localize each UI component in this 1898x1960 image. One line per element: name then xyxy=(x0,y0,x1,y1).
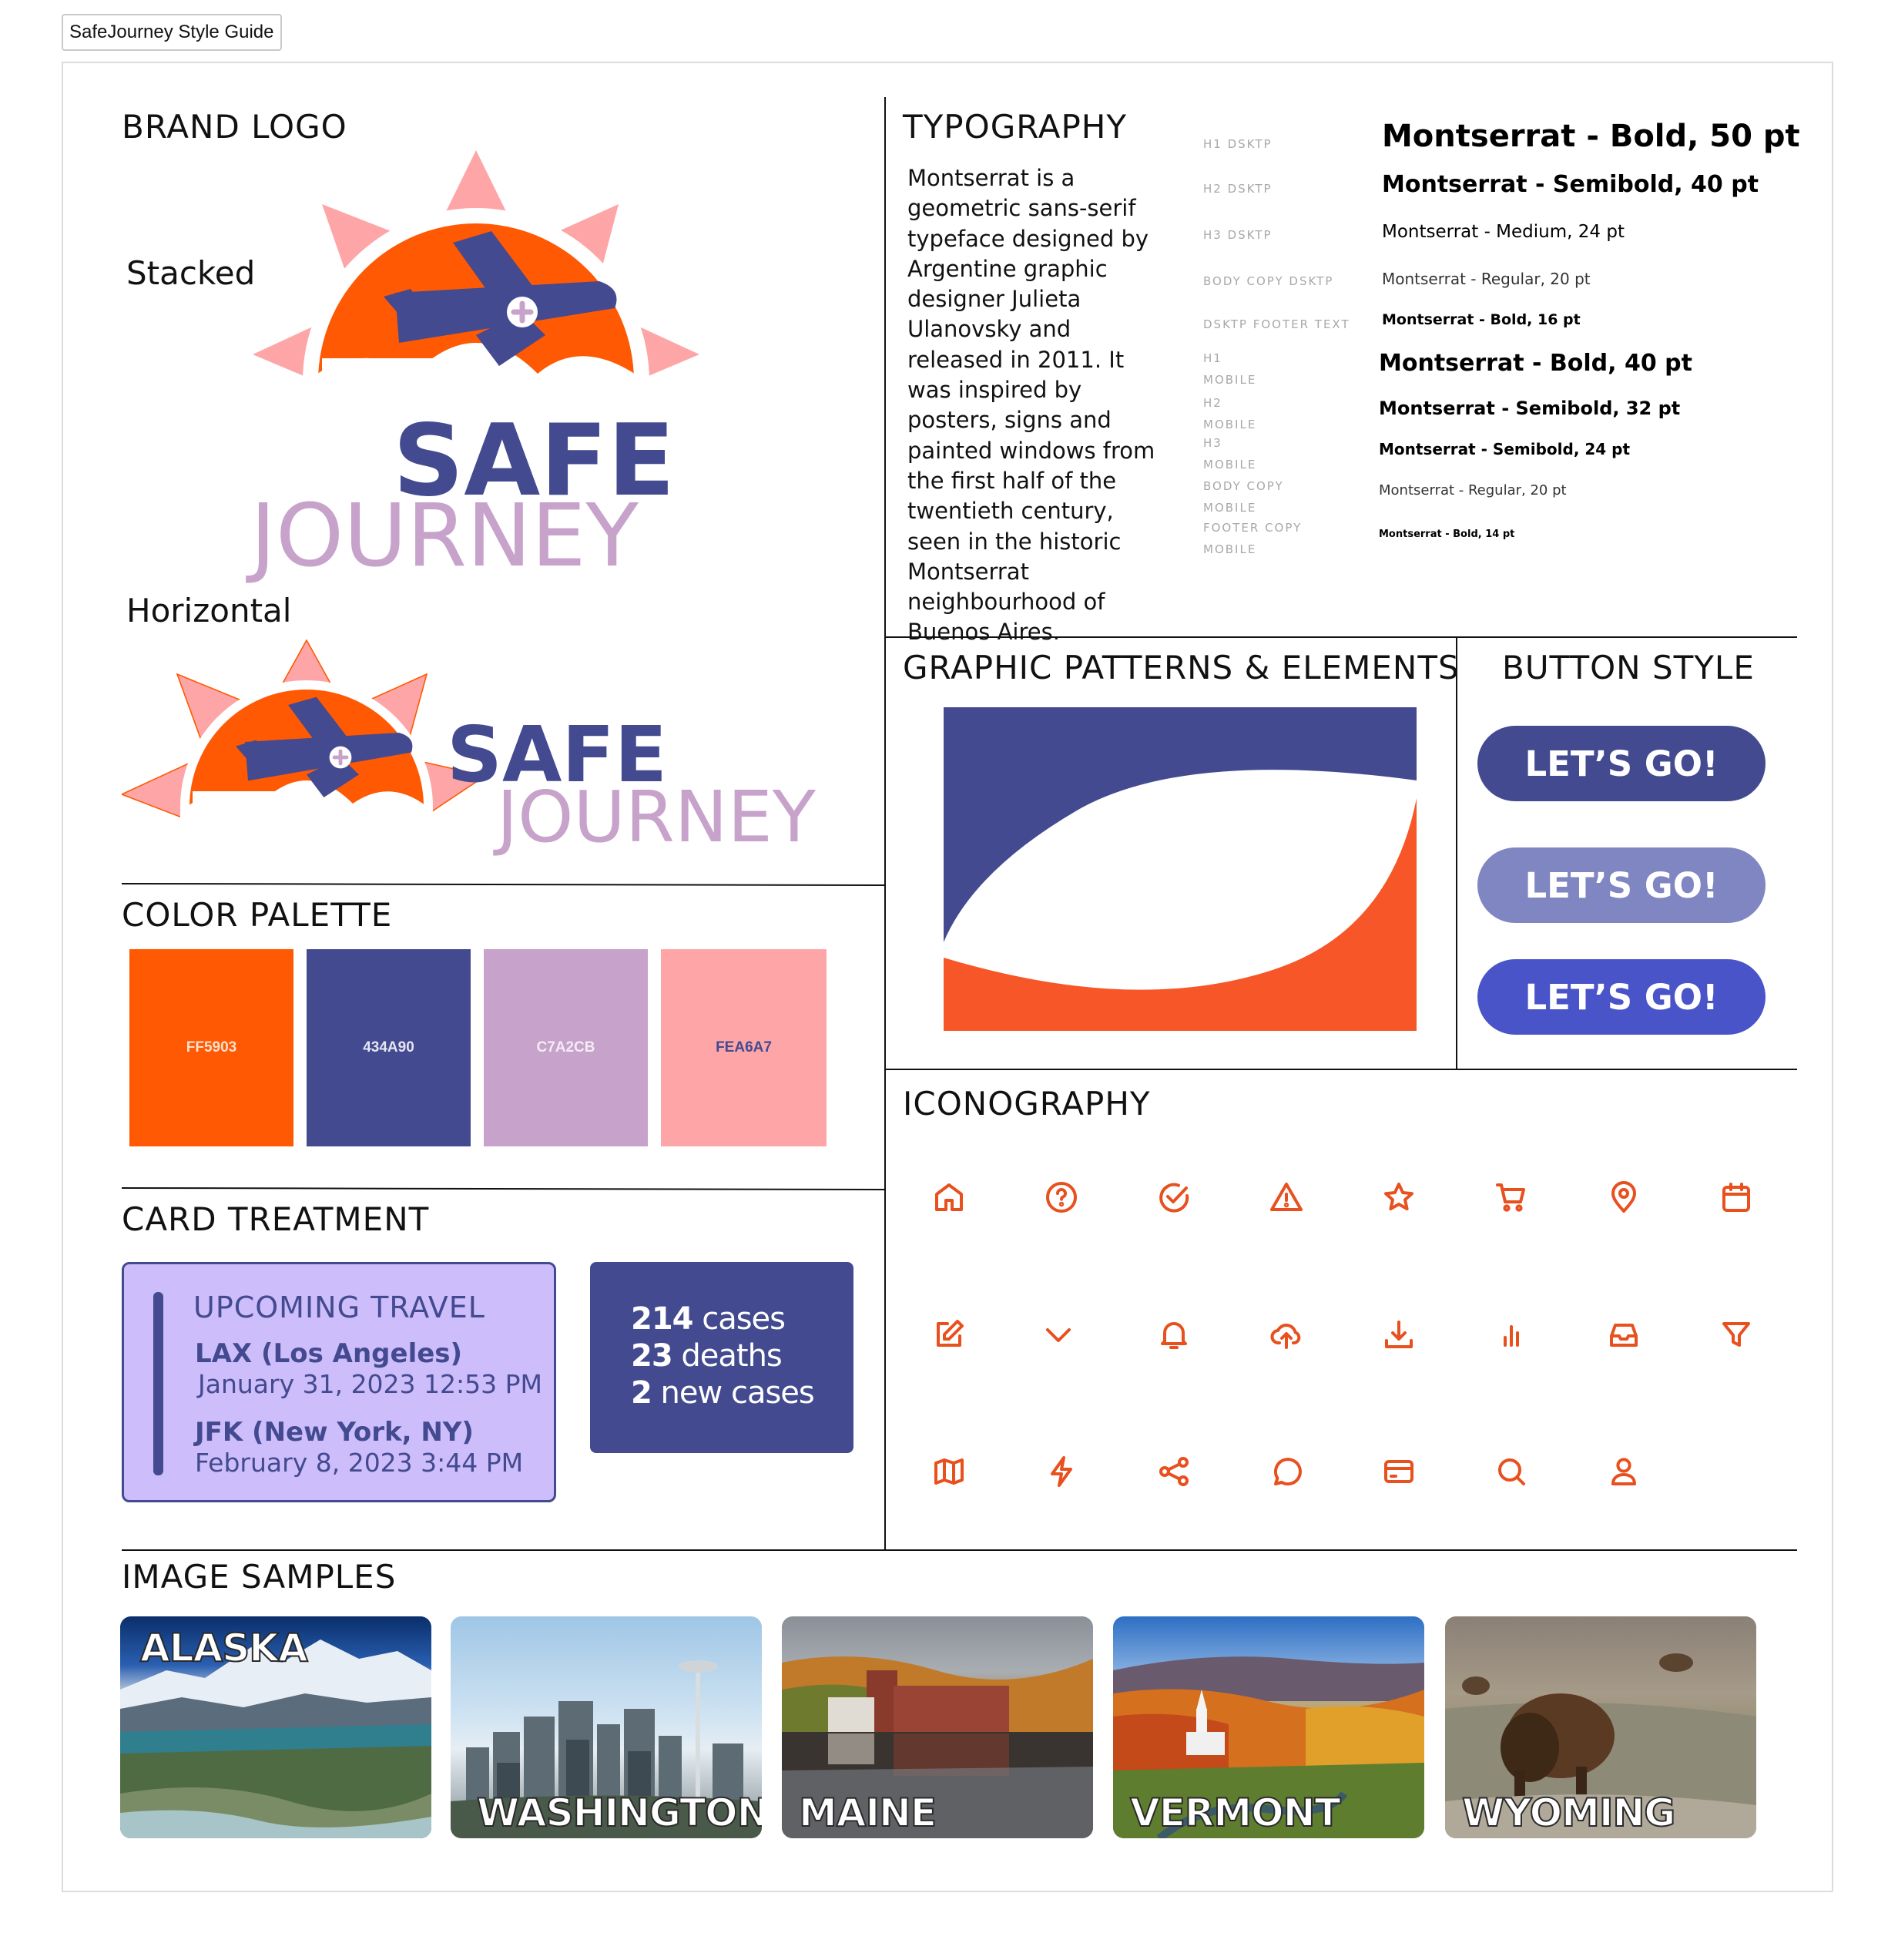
typo-label-h2-mobile-b: MOBILE xyxy=(1203,418,1257,431)
inbox-icon[interactable] xyxy=(1605,1316,1642,1353)
upcoming-travel-card[interactable]: UPCOMING TRAVEL LAX (Los Angeles) Januar… xyxy=(122,1262,556,1502)
card-destination: JFK (New York, NY) xyxy=(195,1417,474,1448)
alert-triangle-icon[interactable] xyxy=(1268,1179,1305,1216)
image-maine[interactable]: MAINE xyxy=(782,1616,1093,1838)
typo-label-h3-mobile-a: H3 xyxy=(1203,436,1222,450)
typo-label-h2-mobile-a: H2 xyxy=(1203,396,1222,410)
logo-horizontal-label: Horizontal xyxy=(126,592,292,629)
typo-sample-body-dsktp: Montserrat - Regular, 20 pt xyxy=(1382,270,1591,288)
image-alaska[interactable]: ALASKA xyxy=(120,1616,431,1838)
typo-sample-h3-dsktp: Montserrat - Medium, 24 pt xyxy=(1382,222,1625,242)
download-icon[interactable] xyxy=(1380,1316,1417,1353)
typo-sample-footer-mobile: Montserrat - Bold, 14 pt xyxy=(1379,529,1515,540)
divider-vertical-main xyxy=(884,97,886,1550)
bar-chart-icon[interactable] xyxy=(1493,1316,1530,1353)
share-icon[interactable] xyxy=(1155,1453,1192,1490)
image-washington[interactable]: WASHINGTON xyxy=(451,1616,762,1838)
typo-label-footer-dsktp: DSKTP FOOTER TEXT xyxy=(1203,317,1350,331)
primary-button-hover[interactable]: LET’S GO! xyxy=(1477,847,1766,923)
bell-icon[interactable] xyxy=(1155,1316,1192,1353)
typo-sample-h1-mobile: Montserrat - Bold, 40 pt xyxy=(1379,350,1692,377)
section-title-graphic-patterns: GRAPHIC PATTERNS & ELEMENTS xyxy=(903,649,1460,686)
calendar-icon[interactable] xyxy=(1718,1179,1755,1216)
typo-sample-footer-dsktp: Montserrat - Bold, 16 pt xyxy=(1382,311,1581,328)
stats-card[interactable]: 214 cases 23 deaths 2 new cases xyxy=(590,1262,853,1453)
image-label-wyoming: WYOMING xyxy=(1461,1790,1676,1836)
typo-label-h1-mobile-b: MOBILE xyxy=(1203,373,1257,387)
card-origin-time: January 31, 2023 12:53 PM xyxy=(198,1369,542,1399)
typo-label-footer-mobile-b: MOBILE xyxy=(1203,542,1257,556)
divider-graphic-button xyxy=(1456,636,1457,1069)
typo-label-h3-dsktp: H3 DSKTP xyxy=(1203,228,1273,242)
home-icon[interactable] xyxy=(931,1179,967,1216)
section-title-image-samples: IMAGE SAMPLES xyxy=(122,1558,397,1596)
card-destination-time: February 8, 2023 3:44 PM xyxy=(195,1448,524,1478)
check-circle-icon[interactable] xyxy=(1155,1179,1192,1216)
image-label-alaska: ALASKA xyxy=(139,1625,309,1671)
section-title-typography: TYPOGRAPHY xyxy=(903,108,1128,146)
typography-description: Montserrat is a geometric sans-serif typ… xyxy=(907,165,1155,646)
cart-icon[interactable] xyxy=(1493,1179,1530,1216)
image-label-maine: MAINE xyxy=(798,1790,937,1836)
edit-icon[interactable] xyxy=(931,1316,967,1353)
map-pin-icon[interactable] xyxy=(1605,1179,1642,1216)
image-vermont[interactable]: VERMONT xyxy=(1113,1616,1424,1838)
typo-sample-h1-dsktp: Montserrat - Bold, 50 pt xyxy=(1382,119,1800,154)
primary-button[interactable]: LET’S GO! xyxy=(1477,726,1766,801)
zap-icon[interactable] xyxy=(1043,1453,1080,1490)
filter-icon[interactable] xyxy=(1718,1316,1755,1353)
stats-new-cases: 2 new cases xyxy=(631,1375,815,1411)
swatch-434a90: 434A90 xyxy=(307,949,471,1146)
image-label-washington: WASHINGTON xyxy=(476,1790,762,1836)
typo-label-body-mobile-b: MOBILE xyxy=(1203,501,1257,515)
stats-deaths: 23 deaths xyxy=(631,1338,783,1374)
typo-sample-h2-mobile: Montserrat - Semibold, 32 pt xyxy=(1379,398,1681,419)
logo-horizontal-mark xyxy=(119,639,491,933)
section-title-card-treatment: CARD TREATMENT xyxy=(122,1200,430,1238)
divider-graphic-icons xyxy=(884,1069,1797,1070)
user-icon[interactable] xyxy=(1605,1453,1642,1490)
logo-horizontal-journey: JOURNEY xyxy=(497,776,816,858)
typo-sample-body-mobile: Montserrat - Regular, 20 pt xyxy=(1379,482,1567,498)
typo-label-h2-dsktp: H2 DSKTP xyxy=(1203,182,1273,196)
typo-sample-h2-dsktp: Montserrat - Semibold, 40 pt xyxy=(1382,171,1759,198)
graphic-pattern xyxy=(944,707,1417,1031)
typo-label-footer-mobile-a: FOOTER COPY xyxy=(1203,521,1303,535)
sun-plane-small-icon xyxy=(119,639,488,933)
card-title: UPCOMING TRAVEL xyxy=(193,1290,485,1324)
help-circle-icon[interactable] xyxy=(1043,1179,1080,1216)
logo-stacked-journey: JOURNEY xyxy=(250,486,639,586)
search-icon[interactable] xyxy=(1493,1453,1530,1490)
stats-cases: 214 cases xyxy=(631,1301,786,1337)
typo-label-h1-mobile-a: H1 xyxy=(1203,351,1222,365)
typo-label-h3-mobile-b: MOBILE xyxy=(1203,458,1257,472)
palette-swatches: FF5903 434A90 C7A2CB FEA6A7 xyxy=(129,949,827,1146)
card-accent-bar xyxy=(153,1292,163,1475)
typo-label-h1-dsktp: H1 DSKTP xyxy=(1203,137,1273,151)
swatch-ff5903: FF5903 xyxy=(129,949,293,1146)
section-title-brand-logo: BRAND LOGO xyxy=(122,108,347,146)
map-icon[interactable] xyxy=(931,1453,967,1490)
section-title-color-palette: COLOR PALETTE xyxy=(122,896,393,934)
swatch-c7a2cb: C7A2CB xyxy=(484,949,648,1146)
typo-sample-h3-mobile: Montserrat - Semibold, 24 pt xyxy=(1379,440,1631,458)
logo-stacked-label: Stacked xyxy=(126,254,256,292)
card-origin: LAX (Los Angeles) xyxy=(195,1338,463,1369)
typo-label-body-mobile-a: BODY COPY xyxy=(1203,479,1284,493)
wave-pattern-graphic xyxy=(944,707,1417,1031)
image-wyoming[interactable]: WYOMING xyxy=(1445,1616,1756,1838)
chevron-down-icon[interactable] xyxy=(1040,1316,1077,1353)
message-circle-icon[interactable] xyxy=(1268,1453,1305,1490)
star-icon[interactable] xyxy=(1380,1179,1417,1216)
credit-card-icon[interactable] xyxy=(1380,1453,1417,1490)
section-title-iconography: ICONOGRAPHY xyxy=(903,1085,1151,1123)
typo-label-body-dsktp: BODY COPY DSKTP xyxy=(1203,274,1334,288)
section-title-button-style: BUTTON STYLE xyxy=(1502,649,1755,686)
window-tab[interactable]: SafeJourney Style Guide xyxy=(62,14,282,51)
image-label-vermont: VERMONT xyxy=(1129,1790,1342,1836)
primary-button-active[interactable]: LET’S GO! xyxy=(1477,959,1766,1035)
upload-cloud-icon[interactable] xyxy=(1268,1316,1305,1353)
divider-images xyxy=(122,1549,1797,1551)
swatch-fea6a7: FEA6A7 xyxy=(661,949,827,1146)
